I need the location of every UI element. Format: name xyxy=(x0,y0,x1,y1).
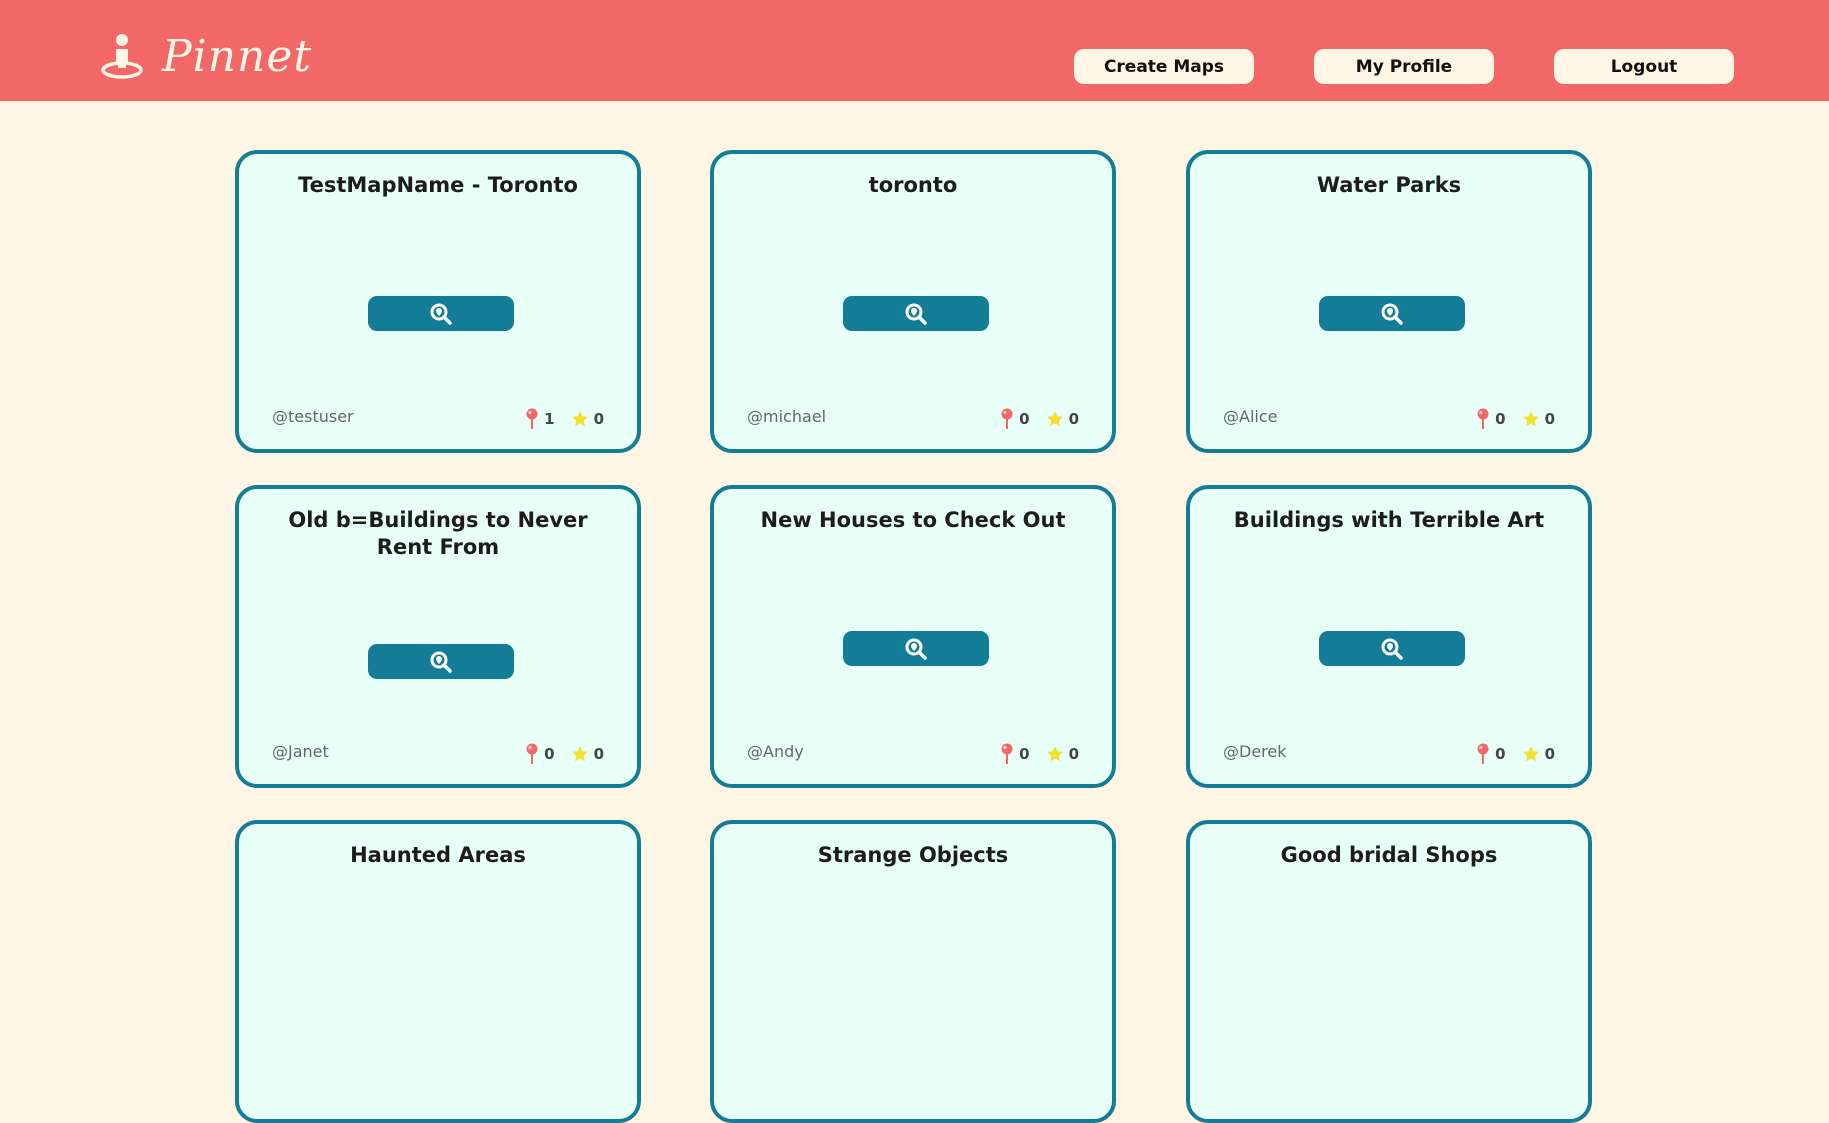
create-maps-button[interactable]: Create Maps xyxy=(1074,49,1254,84)
star-count-value: 0 xyxy=(593,745,604,763)
map-card[interactable]: Haunted Areas xyxy=(235,820,641,1123)
star-icon[interactable] xyxy=(1522,745,1540,763)
map-card[interactable]: toronto @michael 0 0 xyxy=(710,150,1116,453)
map-card[interactable]: TestMapName - Toronto @testuser 1 0 xyxy=(235,150,641,453)
map-stats: 1 0 xyxy=(525,408,604,430)
star-count-value: 0 xyxy=(1544,410,1555,428)
star-count-value: 0 xyxy=(1068,410,1079,428)
pin-count-value: 0 xyxy=(1019,745,1030,763)
map-title: Strange Objects xyxy=(817,843,1009,867)
star-count: 0 xyxy=(1046,410,1079,428)
map-stats: 0 0 xyxy=(1476,408,1555,430)
pin-count-value: 0 xyxy=(544,745,555,763)
star-count: 0 xyxy=(571,745,604,763)
pin-count-value: 0 xyxy=(1495,410,1506,428)
map-card[interactable]: Old b=Buildings to Never Rent From @Jane… xyxy=(235,485,641,788)
map-card[interactable]: Good bridal Shops xyxy=(1186,820,1592,1123)
map-card[interactable]: Water Parks @Alice 0 0 xyxy=(1186,150,1592,453)
star-count-value: 0 xyxy=(1544,745,1555,763)
map-owner[interactable]: @Janet xyxy=(272,742,329,761)
map-card[interactable]: New Houses to Check Out @Andy 0 0 xyxy=(710,485,1116,788)
search-pin-icon xyxy=(905,638,927,660)
person-pin-icon xyxy=(101,34,143,79)
star-icon[interactable] xyxy=(1046,745,1064,763)
view-map-button[interactable] xyxy=(368,644,514,679)
map-card[interactable]: Buildings with Terrible Art @Derek 0 0 xyxy=(1186,485,1592,788)
star-icon[interactable] xyxy=(571,745,589,763)
star-count: 0 xyxy=(571,410,604,428)
map-owner[interactable]: @michael xyxy=(747,407,826,426)
map-owner[interactable]: @testuser xyxy=(272,407,354,426)
pin-icon xyxy=(526,743,538,764)
view-map-button[interactable] xyxy=(843,296,989,331)
view-map-button[interactable] xyxy=(1319,296,1465,331)
map-card[interactable]: Strange Objects xyxy=(710,820,1116,1123)
view-map-button[interactable] xyxy=(368,296,514,331)
map-title: Buildings with Terrible Art xyxy=(1233,508,1545,532)
star-count: 0 xyxy=(1522,745,1555,763)
star-icon[interactable] xyxy=(1522,410,1540,428)
map-stats: 0 0 xyxy=(1000,408,1079,430)
star-count: 0 xyxy=(1522,410,1555,428)
my-profile-button[interactable]: My Profile xyxy=(1314,49,1494,84)
map-title: toronto xyxy=(868,173,958,197)
pin-count: 0 xyxy=(1000,408,1030,430)
map-title: Good bridal Shops xyxy=(1280,843,1498,867)
search-pin-icon xyxy=(905,303,927,325)
search-pin-icon xyxy=(1381,638,1403,660)
app-logo[interactable]: Pinnet xyxy=(100,32,312,82)
map-owner[interactable]: @Derek xyxy=(1223,742,1287,761)
pin-count: 0 xyxy=(1476,408,1506,430)
pin-icon xyxy=(1001,743,1013,764)
map-owner[interactable]: @Alice xyxy=(1223,407,1277,426)
map-title: Old b=Buildings to Never Rent From xyxy=(288,508,588,559)
search-pin-icon xyxy=(1381,303,1403,325)
map-stats: 0 0 xyxy=(1000,743,1079,765)
pin-icon xyxy=(1477,743,1489,764)
map-stats: 0 0 xyxy=(1476,743,1555,765)
star-icon[interactable] xyxy=(1046,410,1064,428)
star-count-value: 0 xyxy=(1068,745,1079,763)
pin-icon xyxy=(526,408,538,429)
pin-count: 0 xyxy=(1476,743,1506,765)
view-map-button[interactable] xyxy=(843,631,989,666)
pin-icon xyxy=(1477,408,1489,429)
pin-count-value: 0 xyxy=(1019,410,1030,428)
pin-count: 1 xyxy=(525,408,555,430)
pin-count: 0 xyxy=(1000,743,1030,765)
star-icon[interactable] xyxy=(571,410,589,428)
app-header: Pinnet Create Maps My Profile Logout xyxy=(0,0,1829,101)
app-name: Pinnet xyxy=(162,31,313,82)
map-title: TestMapName - Toronto xyxy=(298,173,578,197)
map-owner[interactable]: @Andy xyxy=(747,742,804,761)
pin-count-value: 1 xyxy=(544,410,555,428)
pin-icon xyxy=(1001,408,1013,429)
pin-count: 0 xyxy=(525,743,555,765)
map-title: New Houses to Check Out xyxy=(760,508,1066,532)
map-title: Haunted Areas xyxy=(350,843,526,867)
view-map-button[interactable] xyxy=(1319,631,1465,666)
map-title: Water Parks xyxy=(1316,173,1462,197)
logout-button[interactable]: Logout xyxy=(1554,49,1734,84)
map-stats: 0 0 xyxy=(525,743,604,765)
search-pin-icon xyxy=(430,303,452,325)
pin-count-value: 0 xyxy=(1495,745,1506,763)
search-pin-icon xyxy=(430,651,452,673)
star-count-value: 0 xyxy=(593,410,604,428)
star-count: 0 xyxy=(1046,745,1079,763)
